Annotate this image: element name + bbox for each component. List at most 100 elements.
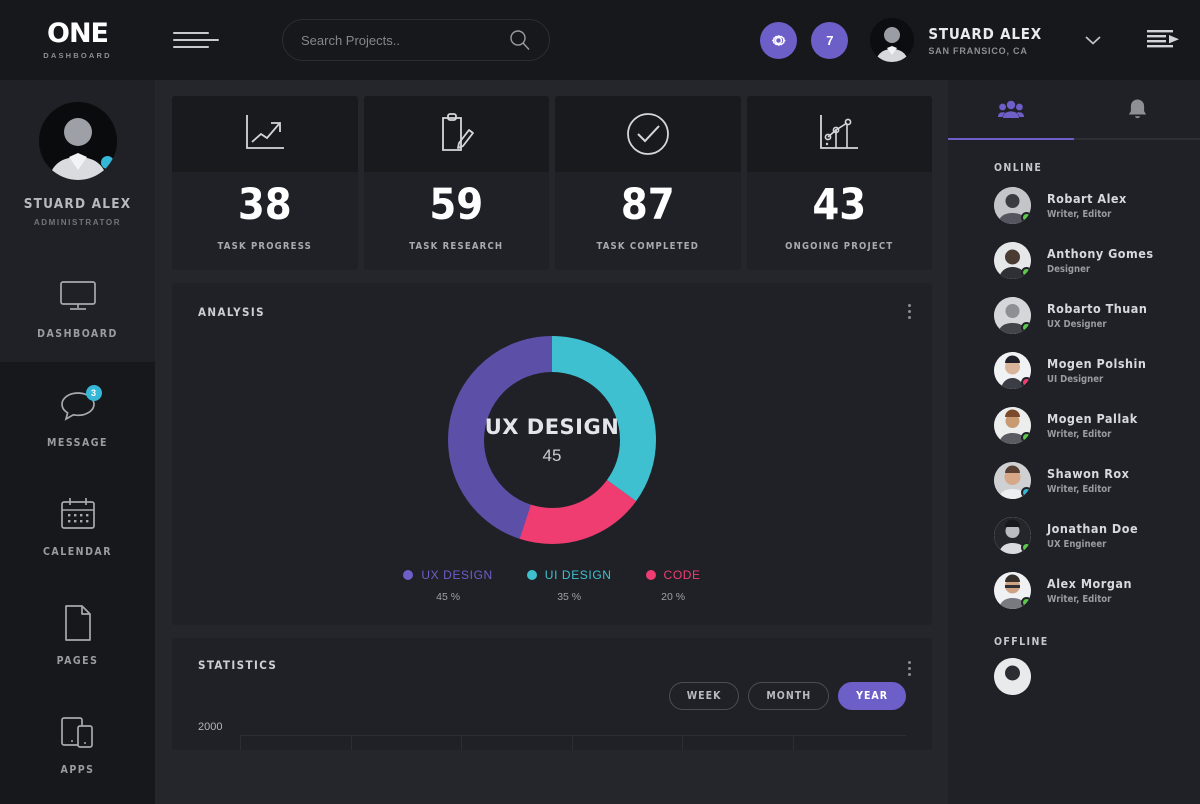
stat-value: 43	[747, 184, 933, 227]
list-item[interactable]: Jonathan Doe UX Engineer	[948, 508, 1200, 563]
analysis-title: ANALYSIS	[198, 305, 265, 319]
contact-role: UX Designer	[1047, 319, 1147, 330]
statistics-panel: STATISTICS WEEK MONTH YEAR 2000	[172, 638, 932, 750]
status-dot	[1021, 267, 1031, 278]
stat-label: TASK RESEARCH	[364, 241, 550, 252]
contact-meta: Robart Alex Writer, Editor	[1047, 191, 1127, 220]
user-info[interactable]: STUARD ALEX SAN FRANSICO, CA	[928, 25, 1042, 56]
avatar	[994, 187, 1031, 224]
notification-count-button[interactable]: 7	[811, 22, 848, 59]
contact-name: Anthony Gomes	[1047, 246, 1154, 261]
kebab-menu-icon[interactable]	[905, 301, 914, 322]
donut-chart[interactable]: UX DESIGN 45	[444, 332, 660, 548]
list-item[interactable]: Anthony Gomes Designer	[948, 233, 1200, 288]
main-content: 38 TASK PROGRESS 59 TASK RESEA	[155, 80, 948, 804]
contact-name: Robart Alex	[1047, 191, 1127, 206]
analysis-panel-header: ANALYSIS	[172, 283, 932, 322]
statistics-title: STATISTICS	[198, 658, 277, 672]
sidebar-item-dashboard[interactable]: DASHBOARD	[0, 253, 155, 362]
top-header: ONE DASHBOARD 7	[0, 0, 1200, 80]
grid-line	[793, 735, 794, 750]
list-item[interactable]: Robart Alex Writer, Editor	[948, 178, 1200, 233]
contact-name: Mogen Polshin	[1047, 356, 1146, 371]
stat-card-ongoing-project[interactable]: 43 ONGOING PROJECT	[747, 96, 933, 270]
hamburger-line	[173, 46, 209, 48]
settings-button[interactable]	[760, 22, 797, 59]
sidebar-profile-role: ADMINISTRATOR	[0, 218, 155, 227]
list-item[interactable]: Mogen Pallak Writer, Editor	[948, 398, 1200, 453]
contact-name: Shawon Rox	[1047, 466, 1129, 481]
tab-notifications[interactable]	[1074, 80, 1200, 138]
stat-card-task-completed[interactable]: 87 TASK COMPLETED	[555, 96, 741, 270]
status-dot	[1021, 322, 1031, 333]
logo-text: ONE	[47, 20, 108, 47]
list-item[interactable]: Alex Morgan Writer, Editor	[948, 563, 1200, 618]
list-item[interactable]: Shawon Rox Writer, Editor	[948, 453, 1200, 508]
status-dot	[1021, 432, 1031, 443]
contact-role: Writer, Editor	[1047, 484, 1129, 495]
user-name: STUARD ALEX	[928, 25, 1042, 43]
list-item[interactable]: Robarto Thuan UX Designer	[948, 288, 1200, 343]
range-month-button[interactable]: MONTH	[748, 682, 829, 710]
contact-meta: Shawon Rox Writer, Editor	[1047, 466, 1129, 495]
message-badge: 3	[86, 385, 102, 401]
sidebar-item-calendar[interactable]: CALENDAR	[0, 471, 155, 580]
stat-card-task-research[interactable]: 59 TASK RESEARCH	[364, 96, 550, 270]
gear-icon	[769, 31, 788, 50]
legend-item[interactable]: CODE 20 %	[646, 568, 701, 603]
kebab-menu-icon[interactable]	[905, 658, 914, 679]
stat-label: TASK COMPLETED	[555, 241, 741, 252]
clipboard-pencil-icon	[364, 96, 550, 172]
avatar[interactable]	[870, 18, 914, 62]
donut-chart-wrap: UX DESIGN 45 UX DESIGN 45 %	[172, 322, 932, 625]
chart-grid	[240, 735, 906, 750]
search-input[interactable]	[301, 33, 509, 48]
bell-icon	[1127, 98, 1148, 121]
list-item[interactable]: Mogen Polshin UI Designer	[948, 343, 1200, 398]
range-year-button[interactable]: YEAR	[838, 682, 906, 710]
contact-role: Designer	[1047, 264, 1154, 275]
scatter-chart-icon	[747, 96, 933, 172]
sidebar-profile[interactable]: STUARD ALEX ADMINISTRATOR	[0, 80, 155, 253]
search-icon[interactable]	[509, 29, 531, 51]
right-panel: ONLINE Robart Alex Writer, Editor	[948, 80, 1200, 804]
list-item[interactable]	[948, 652, 1200, 704]
statistics-panel-header: STATISTICS	[172, 638, 932, 679]
grid-line	[682, 735, 683, 750]
stat-card-body: 43 ONGOING PROJECT	[747, 172, 933, 270]
stat-value: 87	[555, 184, 741, 227]
devices-icon	[59, 712, 97, 752]
playlist-play-icon[interactable]	[1146, 27, 1180, 53]
chevron-down-icon[interactable]	[1084, 35, 1102, 46]
brand-logo[interactable]: ONE DASHBOARD	[0, 20, 155, 60]
grid-line	[572, 735, 573, 750]
donut-svg	[444, 332, 660, 548]
left-sidebar: STUARD ALEX ADMINISTRATOR DASHBOARD	[0, 80, 155, 804]
legend-item[interactable]: UI DESIGN 35 %	[527, 568, 612, 603]
tab-contacts[interactable]	[948, 80, 1074, 138]
legend-item[interactable]: UX DESIGN 45 %	[403, 568, 492, 603]
contact-meta: Alex Morgan Writer, Editor	[1047, 576, 1132, 605]
avatar	[994, 658, 1031, 695]
avatar	[994, 572, 1031, 609]
contact-meta: Anthony Gomes Designer	[1047, 246, 1154, 275]
sidebar-item-pages[interactable]: PAGES	[0, 580, 155, 689]
logo-subtitle: DASHBOARD	[43, 51, 112, 60]
contact-role: Writer, Editor	[1047, 594, 1132, 605]
sidebar-item-message[interactable]: 3 MESSAGE	[0, 362, 155, 471]
sidebar-item-label: APPS	[61, 764, 95, 776]
sidebar-item-label: DASHBOARD	[37, 328, 118, 340]
sidebar-item-apps[interactable]: APPS	[0, 689, 155, 798]
avatar	[994, 517, 1031, 554]
grid-line	[240, 735, 241, 750]
contact-meta: Jonathan Doe UX Engineer	[1047, 521, 1138, 550]
kebab-dot	[908, 661, 911, 664]
contact-role: Writer, Editor	[1047, 209, 1127, 220]
range-week-button[interactable]: WEEK	[669, 682, 740, 710]
search-box[interactable]	[282, 19, 550, 61]
contact-role: UX Engineer	[1047, 539, 1138, 550]
stat-card-task-progress[interactable]: 38 TASK PROGRESS	[172, 96, 358, 270]
contact-role: Writer, Editor	[1047, 429, 1138, 440]
contact-meta: Robarto Thuan UX Designer	[1047, 301, 1147, 330]
hamburger-menu-icon[interactable]	[173, 32, 219, 48]
